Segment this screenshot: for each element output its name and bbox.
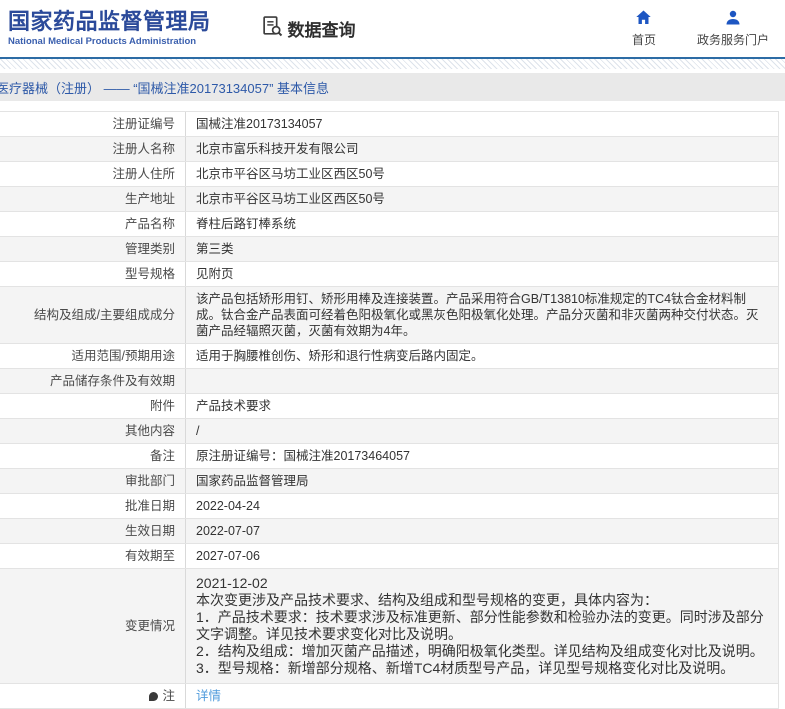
- row-label: 产品名称: [0, 212, 186, 236]
- row-label: 生产地址: [0, 187, 186, 211]
- row-value: 国家药品监督管理局: [196, 474, 309, 488]
- agency-title: 国家药品监督管理局: [8, 8, 211, 34]
- row-label: 结构及组成/主要组成成分: [0, 287, 186, 343]
- table-row: 管理类别 第三类: [0, 237, 778, 262]
- row-value: 见附页: [196, 267, 234, 281]
- row-value: 北京市平谷区马坊工业区西区50号: [196, 167, 385, 181]
- row-label: 批准日期: [0, 494, 186, 518]
- table-row: 适用范围/预期用途 适用于胸腰椎创伤、矫形和退行性病变后路内固定。: [0, 344, 778, 369]
- row-label: 审批部门: [0, 469, 186, 493]
- row-value: 适用于胸腰椎创伤、矫形和退行性病变后路内固定。: [196, 349, 484, 363]
- row-label: 型号规格: [0, 262, 186, 286]
- table-row: 结构及组成/主要组成成分 该产品包括矫形用钉、矫形用棒及连接装置。产品采用符合G…: [0, 287, 778, 344]
- nav-portal[interactable]: 政务服务门户: [697, 10, 769, 48]
- row-label: 有效期至: [0, 544, 186, 568]
- row-value: 北京市平谷区马坊工业区西区50号: [196, 192, 385, 206]
- row-value: [186, 369, 778, 393]
- table-row: 产品名称 脊柱后路钉棒系统: [0, 212, 778, 237]
- data-query-tab[interactable]: 数据查询: [261, 15, 356, 43]
- nav-portal-label: 政务服务门户: [696, 32, 769, 47]
- table-row: 备注 原注册证编号：国械注准20173464057: [0, 444, 778, 469]
- table-row: 注册人名称 北京市富乐科技开发有限公司: [0, 137, 778, 162]
- row-value: 2027-07-06: [196, 549, 260, 563]
- row-value: 2021-12-02 本次变更涉及产品技术要求、结构及组成和型号规格的变更，具体…: [196, 575, 764, 676]
- row-label: 生效日期: [0, 519, 186, 543]
- row-label: 附件: [0, 394, 186, 418]
- row-value: 脊柱后路钉棒系统: [196, 217, 297, 231]
- info-table: 注册证编号 国械注准20173134057 注册人名称 北京市富乐科技开发有限公…: [0, 111, 779, 709]
- row-label: 注册证编号: [0, 112, 186, 136]
- row-value: 2022-07-07: [196, 524, 260, 538]
- row-value: 2022-04-24: [196, 499, 260, 513]
- breadcrumb: 医疗器械（注册） —— “国械注准20173134057” 基本信息: [0, 80, 330, 96]
- header: 国家药品监督管理局 National Medical Products Admi…: [0, 0, 785, 57]
- row-label: 管理类别: [0, 237, 186, 261]
- row-label: 适用范围/预期用途: [0, 344, 186, 368]
- row-value: 北京市富乐科技开发有限公司: [196, 142, 359, 156]
- home-icon: [635, 10, 652, 28]
- table-row: 变更情况 2021-12-02 本次变更涉及产品技术要求、结构及组成和型号规格的…: [0, 569, 778, 684]
- row-value: 详情: [186, 684, 778, 708]
- table-row: 产品储存条件及有效期: [0, 369, 778, 394]
- row-value: 产品技术要求: [196, 399, 272, 413]
- data-query-label: 数据查询: [287, 21, 356, 40]
- row-label: 变更情况: [0, 569, 186, 683]
- nav-home-label: 首页: [631, 32, 656, 47]
- row-label: 备注: [0, 444, 186, 468]
- row-label: 注册人名称: [0, 137, 186, 161]
- hatch-band: [0, 59, 785, 69]
- row-value: 该产品包括矫形用钉、矫形用棒及连接装置。产品采用符合GB/T13810标准规定的…: [196, 292, 759, 338]
- table-row: 注册证编号 国械注准20173134057: [0, 112, 778, 137]
- table-row: 有效期至 2027-07-06: [0, 544, 778, 569]
- agency-subtitle: National Medical Products Administration: [8, 36, 197, 48]
- top-nav: 首页 政务服务门户: [619, 10, 785, 48]
- table-row: 批准日期 2022-04-24: [0, 494, 778, 519]
- table-row: 生产地址 北京市平谷区马坊工业区西区50号: [0, 187, 778, 212]
- table-row: 审批部门 国家药品监督管理局: [0, 469, 778, 494]
- row-value: 国械注准20173134057: [196, 117, 323, 131]
- row-value: /: [196, 424, 200, 438]
- detail-link[interactable]: 详情: [196, 688, 221, 704]
- table-row: 生效日期 2022-07-07: [0, 519, 778, 544]
- row-label: 注册人住所: [0, 162, 186, 186]
- user-icon: [725, 10, 741, 28]
- note-icon: [149, 691, 159, 701]
- row-label: 产品储存条件及有效期: [0, 369, 186, 393]
- row-label: 其他内容: [0, 419, 186, 443]
- table-row: 注 详情: [0, 684, 778, 709]
- row-label: 注: [0, 684, 186, 708]
- data-query-icon: [261, 15, 284, 43]
- table-row: 注册人住所 北京市平谷区马坊工业区西区50号: [0, 162, 778, 187]
- table-row: 型号规格 见附页: [0, 262, 778, 287]
- breadcrumb-bar: 医疗器械（注册） —— “国械注准20173134057” 基本信息: [0, 73, 785, 101]
- info-table-body: 注册证编号 国械注准20173134057 注册人名称 北京市富乐科技开发有限公…: [0, 112, 778, 709]
- agency-logo: 国家药品监督管理局 National Medical Products Admi…: [8, 8, 211, 48]
- table-row: 其他内容 /: [0, 419, 778, 444]
- table-row: 附件 产品技术要求: [0, 394, 778, 419]
- row-value: 第三类: [196, 242, 234, 256]
- row-value: 原注册证编号：国械注准20173464057: [196, 449, 410, 463]
- nav-home[interactable]: 首页: [619, 10, 669, 48]
